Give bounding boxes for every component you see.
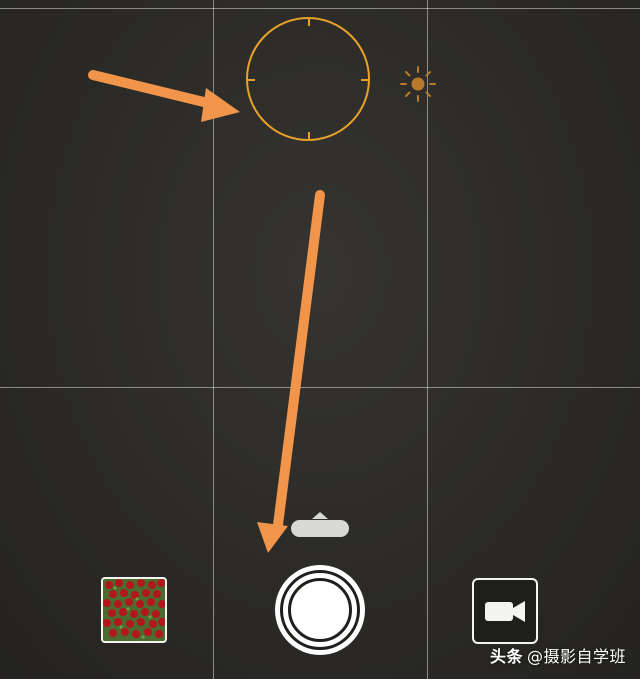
watermark-logo: 头条 — [489, 647, 523, 666]
shutter-button[interactable] — [275, 565, 365, 655]
focus-tick-left — [247, 79, 255, 81]
shutter-icon — [288, 578, 352, 642]
photo-thumbnail[interactable] — [101, 577, 167, 643]
video-camera-icon — [485, 601, 525, 622]
exposure-sun-icon[interactable] — [398, 64, 438, 104]
video-mode-button[interactable] — [472, 578, 538, 644]
focus-tick-top — [308, 18, 310, 26]
grid-line-horizontal-2 — [0, 387, 640, 388]
grid-line-horizontal-1 — [0, 8, 640, 9]
watermark: 头条 @摄影自学班 — [490, 643, 626, 667]
chevron-up-icon[interactable] — [290, 506, 350, 538]
grid-line-vertical-1 — [213, 0, 214, 679]
watermark-handle: @摄影自学班 — [526, 647, 626, 666]
focus-exposure-ring[interactable] — [246, 17, 370, 141]
focus-tick-right — [361, 79, 369, 81]
focus-tick-bottom — [308, 132, 310, 140]
